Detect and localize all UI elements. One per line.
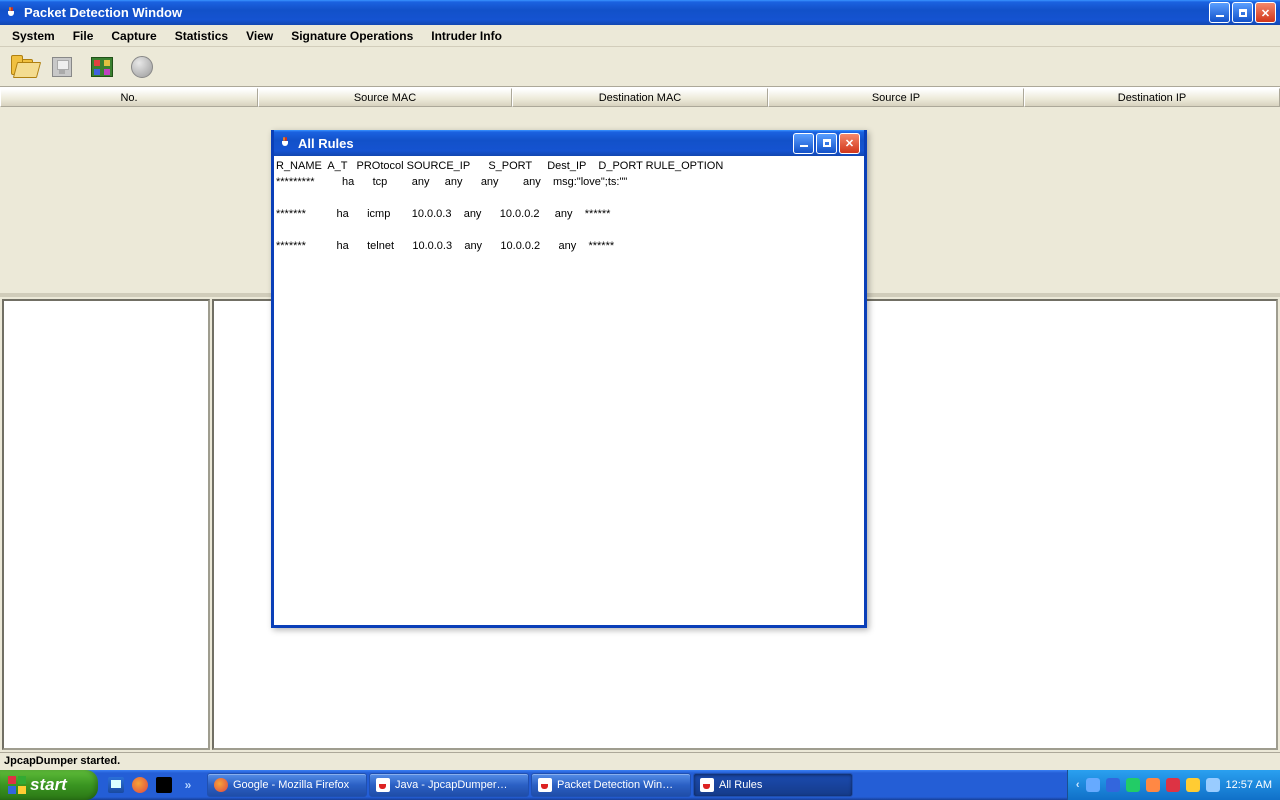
taskbar: start » Google - Mozilla Firefox Java - J…	[0, 770, 1280, 800]
open-button[interactable]	[4, 50, 40, 84]
java-icon	[700, 778, 714, 792]
dialog-maximize-button[interactable]	[816, 133, 837, 154]
menu-signature-operations[interactable]: Signature Operations	[283, 27, 421, 45]
rules-text-area[interactable]: R_NAME A_T PROtocol SOURCE_IP S_PORT Des…	[274, 156, 864, 625]
col-dest-ip[interactable]: Destination IP	[1024, 88, 1280, 107]
dialog-title: All Rules	[298, 136, 354, 151]
tray-icon[interactable]	[1166, 778, 1180, 792]
sphere-icon	[131, 56, 153, 78]
task-button[interactable]: Java - JpcapDumper…	[369, 773, 529, 797]
task-label: All Rules	[719, 779, 762, 791]
status-text: JpcapDumper started.	[4, 755, 120, 767]
tree-panel[interactable]	[2, 299, 210, 750]
col-no[interactable]: No.	[0, 88, 258, 107]
statusbar: JpcapDumper started.	[0, 752, 1280, 770]
all-rules-dialog: All Rules R_NAME A_T PROtocol SOURCE_IP …	[271, 130, 867, 628]
window-controls	[1209, 2, 1280, 23]
menu-system[interactable]: System	[4, 27, 63, 45]
menubar: System File Capture Statistics View Sign…	[0, 25, 1280, 47]
task-button[interactable]: All Rules	[693, 773, 853, 797]
menu-capture[interactable]: Capture	[103, 27, 164, 45]
open-folder-icon	[11, 59, 33, 75]
floppy-icon	[52, 57, 72, 77]
java-icon	[376, 778, 390, 792]
capture-button[interactable]	[124, 50, 160, 84]
close-button[interactable]	[1255, 2, 1276, 23]
quick-launch-overflow-icon[interactable]: »	[180, 777, 196, 793]
start-label: start	[30, 775, 67, 795]
col-dest-mac[interactable]: Destination MAC	[512, 88, 768, 107]
java-icon	[538, 778, 552, 792]
quick-launch: »	[98, 770, 206, 800]
show-desktop-icon[interactable]	[108, 777, 124, 793]
clock[interactable]: 12:57 AM	[1226, 779, 1272, 791]
dialog-window-controls	[793, 133, 864, 154]
firefox-icon	[214, 778, 228, 792]
java-icon	[4, 5, 20, 21]
firefox-quick-icon[interactable]	[132, 777, 148, 793]
task-buttons: Google - Mozilla Firefox Java - JpcapDump…	[206, 770, 854, 800]
task-label: Google - Mozilla Firefox	[233, 779, 349, 791]
dialog-minimize-button[interactable]	[793, 133, 814, 154]
tray-icon[interactable]	[1086, 778, 1100, 792]
system-tray: ‹ 12:57 AM	[1067, 770, 1280, 800]
dialog-close-button[interactable]	[839, 133, 860, 154]
task-button[interactable]: Google - Mozilla Firefox	[207, 773, 367, 797]
menu-intruder-info[interactable]: Intruder Info	[423, 27, 510, 45]
menu-view[interactable]: View	[238, 27, 281, 45]
minimize-button[interactable]	[1209, 2, 1230, 23]
save-button[interactable]	[44, 50, 80, 84]
tray-icon[interactable]	[1126, 778, 1140, 792]
main-titlebar: Packet Detection Window	[0, 0, 1280, 25]
tray-icon[interactable]	[1206, 778, 1220, 792]
windows-logo-icon	[8, 776, 26, 794]
tray-icon[interactable]	[1106, 778, 1120, 792]
col-source-ip[interactable]: Source IP	[768, 88, 1024, 107]
packet-table-header: No. Source MAC Destination MAC Source IP…	[0, 87, 1280, 107]
window-title: Packet Detection Window	[24, 5, 182, 20]
menu-file[interactable]: File	[65, 27, 102, 45]
task-label: Java - JpcapDumper…	[395, 779, 508, 791]
maximize-button[interactable]	[1232, 2, 1253, 23]
col-source-mac[interactable]: Source MAC	[258, 88, 512, 107]
java-icon	[278, 135, 294, 151]
tray-icon[interactable]	[1146, 778, 1160, 792]
menu-statistics[interactable]: Statistics	[167, 27, 236, 45]
tray-icon[interactable]	[1186, 778, 1200, 792]
network-card-icon	[91, 57, 113, 77]
start-button[interactable]: start	[0, 770, 98, 800]
toolbar	[0, 47, 1280, 87]
task-button[interactable]: Packet Detection Win…	[531, 773, 691, 797]
dialog-titlebar[interactable]: All Rules	[274, 130, 864, 156]
nic-button[interactable]	[84, 50, 120, 84]
tray-overflow-icon[interactable]: ‹	[1076, 779, 1080, 791]
quick-launch-icon[interactable]	[156, 777, 172, 793]
task-label: Packet Detection Win…	[557, 779, 673, 791]
